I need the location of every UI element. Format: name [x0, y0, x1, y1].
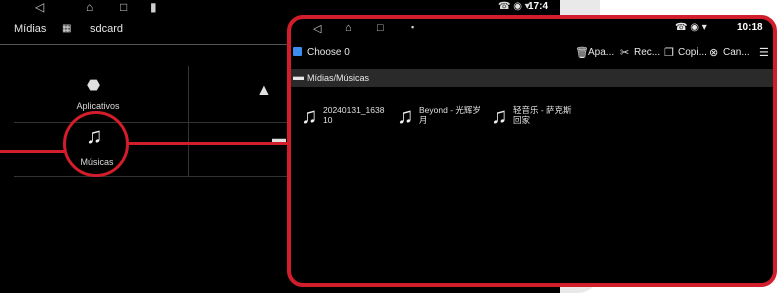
location-sdcard[interactable]: sdcard	[90, 23, 123, 35]
status-icons: ☎ ◉ ▾	[675, 22, 707, 33]
recents-nav-icon[interactable]: □	[377, 22, 384, 34]
system-status-bar: ◁ ⌂ □ ▮ ☎ ◉ ▾ 17:4	[0, 0, 560, 16]
tab-midias[interactable]: Mídias	[14, 23, 46, 35]
recents-nav-icon[interactable]: □	[120, 0, 127, 14]
file-name: 20240131_1638 10	[323, 105, 385, 125]
status-icons: ☎ ◉ ▾	[498, 1, 530, 12]
grid-view-icon[interactable]: ▦	[62, 23, 71, 34]
status-time: 10:18	[737, 22, 763, 33]
select-checkbox[interactable]	[293, 47, 302, 56]
selection-toolbar: Choose 0 🗑 Apa... ✂ Rec... ❐ Copi... ⊗ C…	[291, 43, 773, 69]
copy-button[interactable]: Copi...	[678, 47, 707, 58]
status-time: 17:4	[528, 1, 549, 12]
grid-divider	[14, 122, 294, 123]
file-name: 轻音乐 - 萨克斯回家	[513, 105, 572, 125]
notification-icon: ▮	[150, 0, 157, 14]
cut-button[interactable]: Rec...	[634, 47, 660, 58]
system-status-bar: ◁ ⌂ □ ▪ ☎ ◉ ▾ 10:18	[291, 19, 773, 39]
back-nav-icon[interactable]: ◁	[35, 0, 44, 14]
notification-icon: ▪	[411, 22, 415, 32]
android-icon: ⬣	[87, 77, 101, 94]
callout-connector-left	[0, 150, 64, 153]
breadcrumb-path[interactable]: Mídias/Músicas	[307, 73, 369, 83]
choose-count: Choose 0	[307, 47, 350, 58]
copy-icon[interactable]: ❐	[664, 46, 674, 59]
music-note-icon: ♫	[301, 103, 318, 128]
cancel-icon[interactable]: ⊗	[709, 46, 718, 59]
file-name: Beyond - 光辉岁月	[419, 105, 481, 125]
music-note-icon: ♫	[397, 103, 414, 128]
callout-connector-right	[128, 142, 290, 145]
right-musicas-screen: ◁ ⌂ □ ▪ ☎ ◉ ▾ 10:18 Choose 0 🗑 Apa... ✂ …	[287, 15, 777, 287]
music-note-icon: ♫	[491, 103, 508, 128]
home-nav-icon[interactable]: ⌂	[86, 0, 93, 14]
musicas-highlight-circle	[63, 111, 129, 177]
folder-icon: ▬	[293, 71, 304, 83]
grid-divider	[14, 176, 294, 177]
menu-icon[interactable]: ☰	[759, 46, 769, 59]
back-nav-icon[interactable]: ◁	[313, 22, 321, 35]
delete-button[interactable]: Apa...	[588, 47, 614, 58]
home-nav-icon[interactable]: ⌂	[345, 22, 352, 34]
category-label: Aplicativos	[76, 101, 120, 111]
trash-icon[interactable]: 🗑	[575, 46, 589, 59]
image-icon: ▲	[256, 82, 272, 99]
breadcrumb: ▬ Mídias/Músicas	[291, 69, 773, 87]
cancel-button[interactable]: Can...	[723, 47, 750, 58]
grid-divider	[188, 66, 189, 176]
scissors-icon[interactable]: ✂	[620, 46, 629, 59]
